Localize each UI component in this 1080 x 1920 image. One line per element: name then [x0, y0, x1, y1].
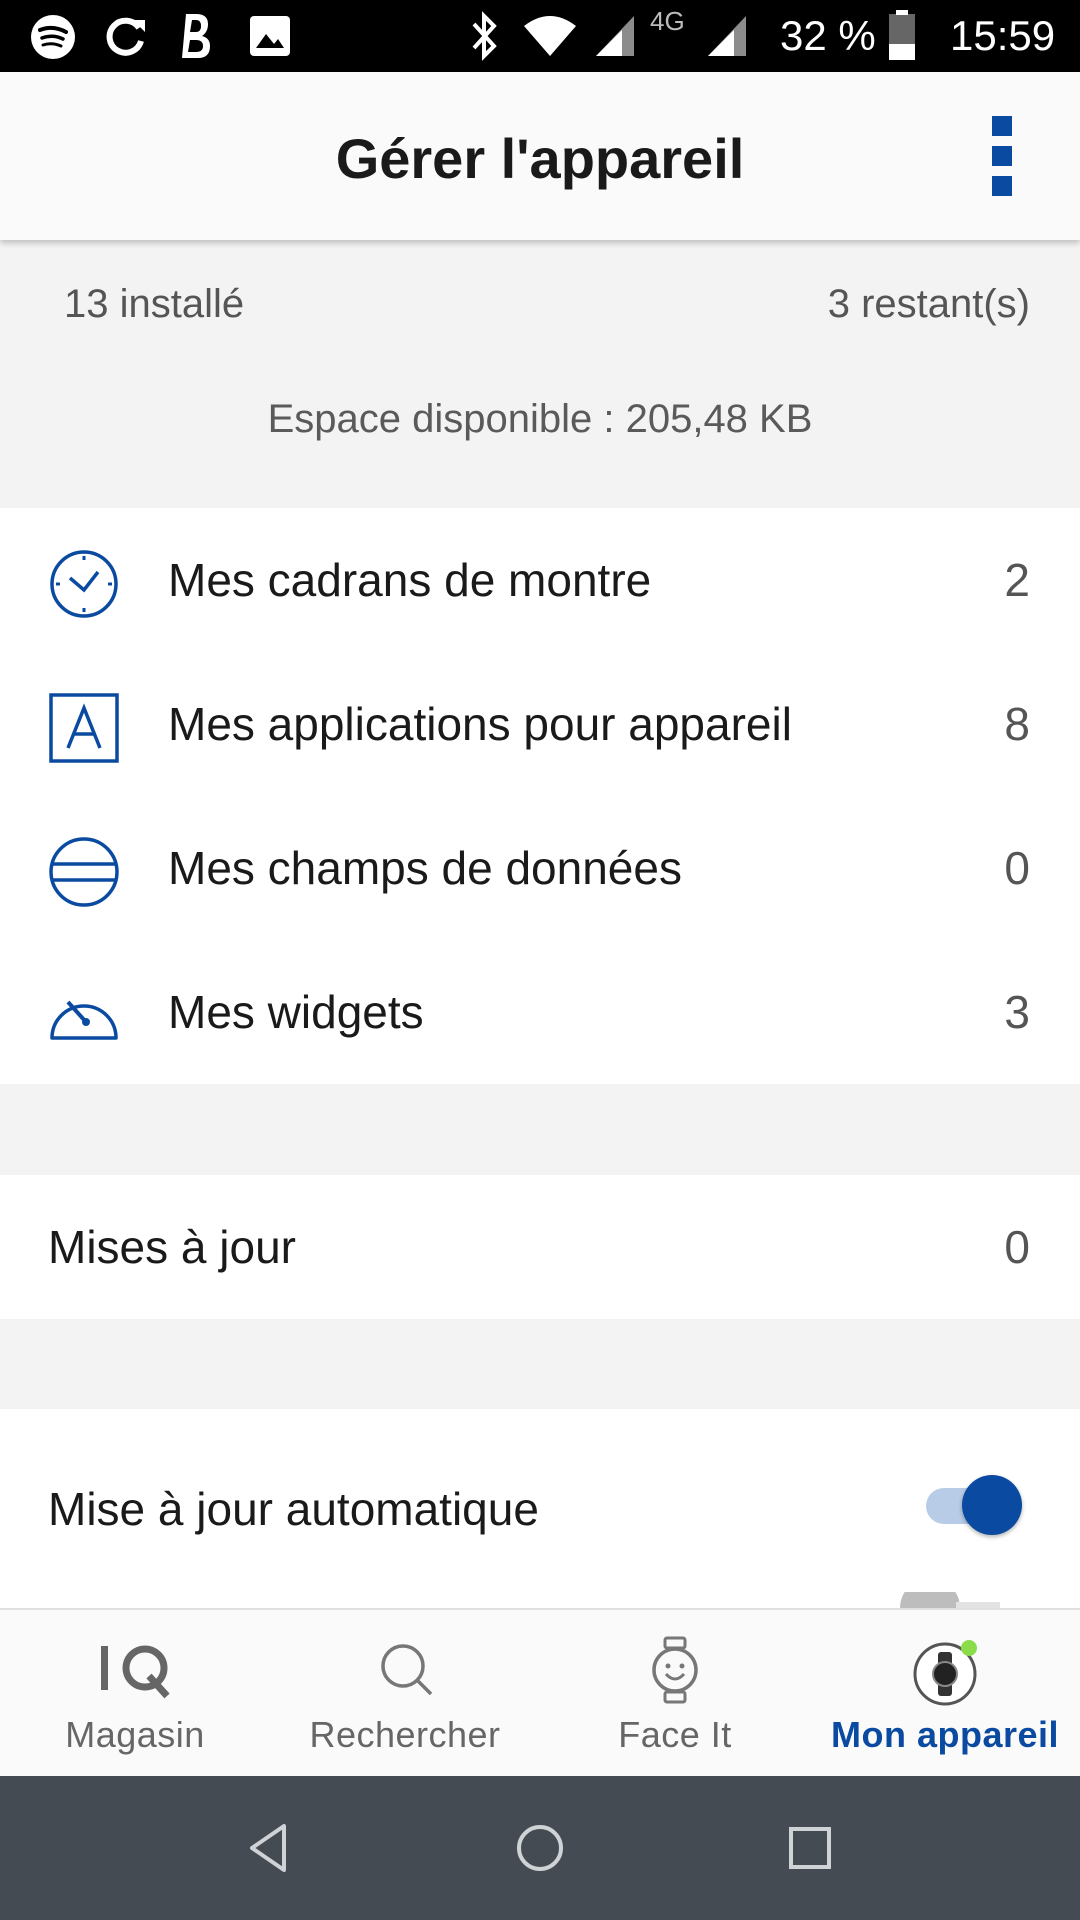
back-icon[interactable]	[238, 1816, 302, 1880]
updates-count: 0	[1004, 1221, 1030, 1273]
search-icon	[381, 1644, 433, 1696]
signal-icon	[596, 16, 634, 56]
more-dot-icon	[992, 116, 1012, 136]
bluetooth-icon	[472, 11, 497, 61]
widget-gauge-icon	[50, 1000, 118, 1040]
page-title: Gérer l'appareil	[335, 127, 745, 190]
auto-update-row: Mise à jour automatique	[0, 1409, 1080, 1608]
recents-icon[interactable]	[778, 1816, 842, 1880]
nav-label: Magasin	[65, 1714, 205, 1755]
toggle-thumb	[962, 1475, 1022, 1535]
data-field-icon	[49, 837, 119, 907]
auto-update-toggle[interactable]	[920, 1473, 1024, 1537]
storage-summary: 13 installé 3 restant(s) Espace disponib…	[0, 240, 1080, 508]
nav-tab-face-it[interactable]: Face It	[540, 1610, 810, 1778]
auto-update-label: Mise à jour automatique	[48, 1483, 539, 1535]
list-item-widgets[interactable]: Mes widgets 3	[0, 940, 1080, 1084]
battery-icon	[889, 10, 915, 60]
face-it-watch-icon	[652, 1636, 698, 1704]
battery-percent: 32 %	[780, 12, 876, 59]
updates-label: Mises à jour	[48, 1221, 296, 1273]
partial-toggle	[900, 1592, 1000, 1608]
list-item-count: 8	[1004, 698, 1030, 750]
nav-label: Face It	[618, 1714, 732, 1755]
signal-icon-2	[708, 16, 746, 56]
sync-icon	[106, 17, 145, 56]
watch-face-icon	[50, 550, 118, 618]
more-dot-icon	[992, 176, 1012, 196]
nav-tab-store[interactable]: Magasin	[0, 1610, 270, 1778]
nav-label: Mon appareil	[830, 1714, 1060, 1755]
app-bar: Gérer l'appareil	[0, 72, 1080, 240]
list-item-label: Mes cadrans de montre	[168, 554, 652, 606]
bottom-navigation: Magasin Rechercher Face It Mon appareil	[0, 1608, 1080, 1778]
remaining-count: 3 restant(s)	[827, 282, 1030, 326]
status-dot	[961, 1640, 977, 1656]
nav-tab-search[interactable]: Rechercher	[270, 1610, 540, 1778]
installed-count: 13 installé	[64, 282, 245, 326]
iq-store-icon	[101, 1645, 170, 1699]
home-icon[interactable]	[508, 1816, 572, 1880]
list-item-watch-faces[interactable]: Mes cadrans de montre 2	[0, 508, 1080, 652]
updates-row[interactable]: Mises à jour 0	[0, 1175, 1080, 1319]
wifi-icon	[524, 16, 576, 56]
app-icon	[49, 693, 119, 763]
gallery-icon	[250, 16, 290, 56]
network-type-label: 4G	[650, 6, 685, 36]
more-dot-icon	[992, 146, 1012, 166]
system-navigation-bar	[0, 1776, 1080, 1920]
list-item-count: 3	[1004, 986, 1030, 1038]
b-app-icon	[182, 14, 210, 58]
category-list: Mes cadrans de montre 2 Mes applications…	[0, 508, 1080, 1084]
clock: 15:59	[950, 12, 1056, 59]
status-bar: 4G 32 % 15:59	[0, 0, 1080, 72]
list-item-label: Mes widgets	[168, 986, 424, 1038]
nav-tab-my-device[interactable]: Mon appareil	[810, 1610, 1080, 1778]
list-item-count: 0	[1004, 842, 1030, 894]
device-watch-icon	[913, 1640, 977, 1706]
list-item-data-fields[interactable]: Mes champs de données 0	[0, 796, 1080, 940]
more-options-button[interactable]	[980, 112, 1024, 202]
list-item-label: Mes champs de données	[168, 842, 682, 894]
list-item-count: 2	[1004, 554, 1030, 606]
list-item-device-apps[interactable]: Mes applications pour appareil 8	[0, 652, 1080, 796]
available-space: Espace disponible : 205,48 KB	[267, 397, 813, 441]
list-item-label: Mes applications pour appareil	[168, 698, 792, 750]
nav-label: Rechercher	[309, 1714, 501, 1755]
spotify-icon	[31, 15, 75, 59]
